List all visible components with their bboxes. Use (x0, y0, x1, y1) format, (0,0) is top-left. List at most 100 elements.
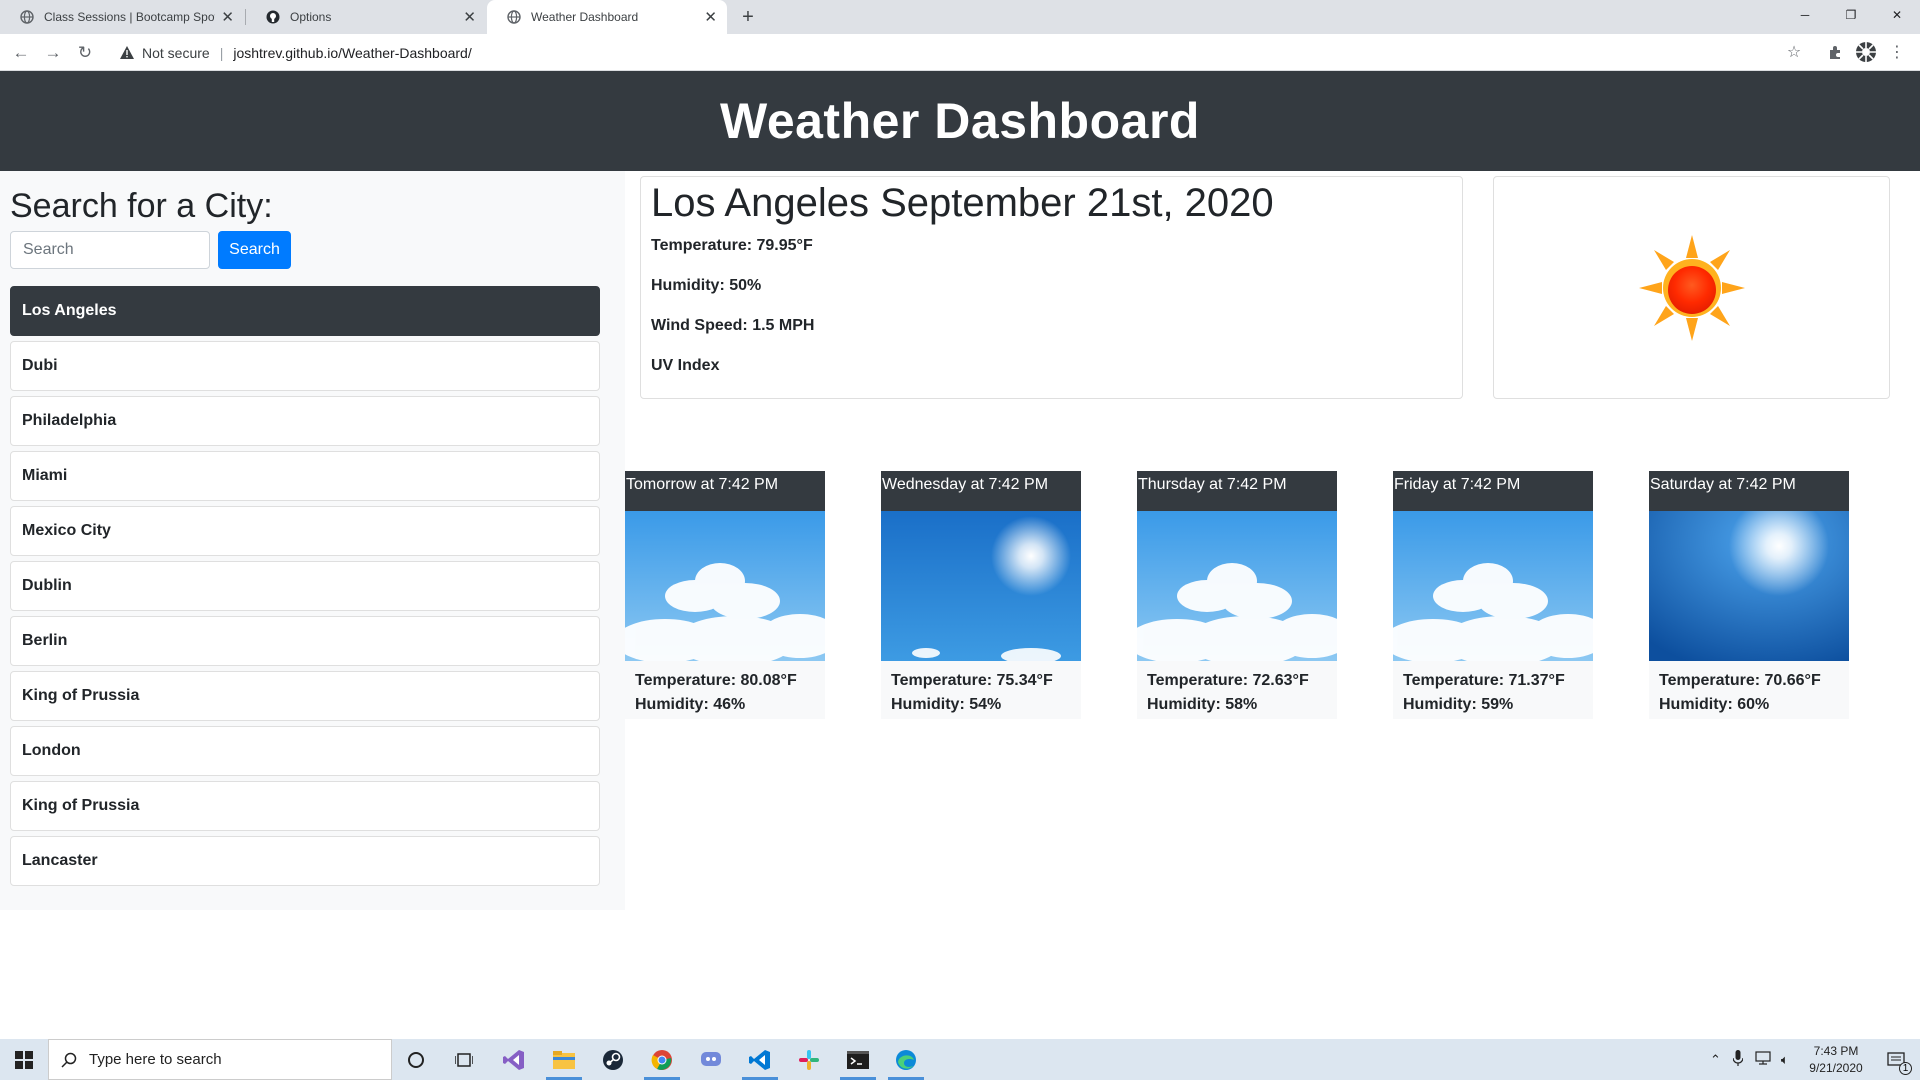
clock-time: 7:43 PM (1813, 1044, 1859, 1058)
forecast-card: Saturday at 7:42 PM Temperature: 70.66°F… (1649, 471, 1849, 719)
back-button[interactable]: ← (8, 40, 34, 66)
extensions-icon[interactable] (1822, 39, 1848, 65)
network-icon[interactable] (1755, 1051, 1771, 1068)
city-item[interactable]: London (10, 726, 600, 776)
header-banner: Weather Dashboard (0, 71, 1920, 171)
minimize-button[interactable]: ─ (1782, 0, 1828, 30)
tab-options[interactable]: Options ✕ (246, 0, 486, 34)
bookmark-star-icon[interactable]: ☆ (1781, 39, 1807, 65)
tab-weather-dashboard[interactable]: Weather Dashboard ✕ (487, 0, 727, 34)
forecast-temperature: Temperature: 75.34°F (891, 672, 1053, 689)
page-viewport: Weather Dashboard Search for a City: Sea… (0, 71, 1920, 1039)
city-item[interactable]: Miami (10, 451, 600, 501)
forecast-card: Thursday at 7:42 PM Temperature: 72.63°F… (1137, 471, 1337, 719)
forecast-day-label: Wednesday at 7:42 PM (881, 471, 1081, 511)
sky-clouds-image (625, 511, 825, 661)
city-item[interactable]: Dubi (10, 341, 600, 391)
forecast-humidity: Humidity: 58% (1147, 696, 1258, 713)
forecast-card: Tomorrow at 7:42 PM Temperature: 80.08°F… (625, 471, 825, 719)
address-bar[interactable]: Not secure | joshtrev.github.io/Weather-… (110, 37, 1780, 68)
page-title: Weather Dashboard (720, 93, 1200, 149)
city-item[interactable]: Lancaster (10, 836, 600, 886)
globe-icon (20, 10, 34, 24)
taskbar-clock[interactable]: 7:43 PM 9/21/2020 (1800, 1043, 1872, 1077)
security-label[interactable]: Not secure (142, 45, 210, 61)
volume-icon[interactable]: 🔈︎ (1781, 1052, 1789, 1068)
new-tab-button[interactable]: + (736, 0, 760, 34)
edge-icon[interactable] (882, 1039, 930, 1080)
city-item[interactable]: Berlin (10, 616, 600, 666)
forecast-humidity: Humidity: 59% (1403, 696, 1514, 713)
city-item[interactable]: King of Prussia (10, 781, 600, 831)
city-item[interactable]: Philadelphia (10, 396, 600, 446)
city-item[interactable]: Dublin (10, 561, 600, 611)
current-humidity: Humidity: 50% (651, 277, 762, 294)
microphone-icon[interactable] (1732, 1050, 1744, 1069)
city-item[interactable]: Los Angeles (10, 286, 600, 336)
tab-title: Class Sessions | Bootcamp Spot (44, 10, 216, 24)
search-button[interactable]: Search (218, 231, 291, 269)
sky-clouds-image (1137, 511, 1337, 661)
tab-class-sessions[interactable]: Class Sessions | Bootcamp Spot ✕ (0, 0, 244, 34)
search-input[interactable] (10, 231, 210, 269)
tab-title: Weather Dashboard (531, 10, 639, 24)
city-item[interactable]: Mexico City (10, 506, 600, 556)
city-history-list: Los Angeles Dubi Philadelphia Miami Mexi… (10, 286, 600, 891)
forecast-humidity: Humidity: 46% (635, 696, 746, 713)
sky-sun-image (881, 511, 1081, 661)
system-tray: ⌃ 🔈︎ (1710, 1039, 1789, 1080)
search-icon (61, 1052, 77, 1068)
current-uv-index: UV Index (651, 357, 720, 374)
forecast-humidity: Humidity: 54% (891, 696, 1002, 713)
city-item[interactable]: King of Prussia (10, 671, 600, 721)
sky-sun-image (1649, 511, 1849, 661)
close-icon[interactable]: ✕ (704, 8, 717, 26)
windows-logo-icon (15, 1050, 33, 1069)
vscode-icon[interactable] (736, 1039, 784, 1080)
sun-icon (1638, 234, 1745, 341)
close-window-button[interactable]: ✕ (1874, 0, 1920, 30)
file-explorer-icon[interactable] (540, 1039, 588, 1080)
forecast-day-label: Saturday at 7:42 PM (1649, 471, 1849, 511)
taskbar-search-box[interactable]: Type here to search (48, 1039, 392, 1080)
start-button[interactable] (0, 1039, 48, 1080)
globe-icon (507, 10, 521, 24)
forward-button[interactable]: → (40, 40, 66, 66)
search-sidebar: Search for a City: Search Los Angeles Du… (0, 171, 625, 910)
steam-icon[interactable] (589, 1039, 637, 1080)
slack-icon[interactable] (785, 1039, 833, 1080)
current-weather-card: Los Angeles September 21st, 2020 Tempera… (640, 176, 1463, 399)
notification-icon[interactable]: 1 (1872, 1039, 1920, 1080)
github-icon (266, 10, 280, 24)
visual-studio-icon[interactable] (490, 1039, 538, 1080)
forecast-day-label: Friday at 7:42 PM (1393, 471, 1593, 511)
url-text[interactable]: joshtrev.github.io/Weather-Dashboard/ (233, 45, 471, 61)
taskbar-search-placeholder: Type here to search (89, 1051, 222, 1068)
forecast-card: Friday at 7:42 PM Temperature: 71.37°F H… (1393, 471, 1593, 719)
clock-date: 9/21/2020 (1809, 1061, 1863, 1075)
terminal-icon[interactable] (834, 1039, 882, 1080)
forecast-temperature: Temperature: 72.63°F (1147, 672, 1309, 689)
forecast-temperature: Temperature: 71.37°F (1403, 672, 1565, 689)
current-city-date: Los Angeles September 21st, 2020 (651, 181, 1274, 225)
forecast-day-label: Tomorrow at 7:42 PM (625, 471, 825, 511)
cortana-icon[interactable] (392, 1039, 440, 1080)
reload-button[interactable]: ↻ (72, 40, 98, 66)
chrome-icon[interactable] (638, 1039, 686, 1080)
current-weather-icon-card (1493, 176, 1890, 399)
warning-icon[interactable] (120, 46, 134, 59)
current-temperature: Temperature: 79.95°F (651, 237, 813, 254)
chevron-up-icon[interactable]: ⌃ (1710, 1052, 1721, 1068)
current-wind-speed: Wind Speed: 1.5 MPH (651, 317, 815, 334)
restore-button[interactable]: ❐ (1828, 0, 1874, 30)
windows-taskbar: Type here to search ⌃ 🔈︎ 7:43 PM 9/21/20… (0, 1039, 1920, 1080)
forecast-humidity: Humidity: 60% (1659, 696, 1770, 713)
search-heading: Search for a City: (10, 187, 273, 225)
discord-icon[interactable] (687, 1039, 735, 1080)
close-icon[interactable]: ✕ (463, 8, 476, 26)
profile-avatar-icon[interactable] (1853, 39, 1879, 65)
task-view-icon[interactable] (440, 1039, 488, 1080)
more-menu-icon[interactable]: ⋮ (1884, 39, 1910, 65)
close-icon[interactable]: ✕ (221, 8, 234, 26)
forecast-temperature: Temperature: 70.66°F (1659, 672, 1821, 689)
